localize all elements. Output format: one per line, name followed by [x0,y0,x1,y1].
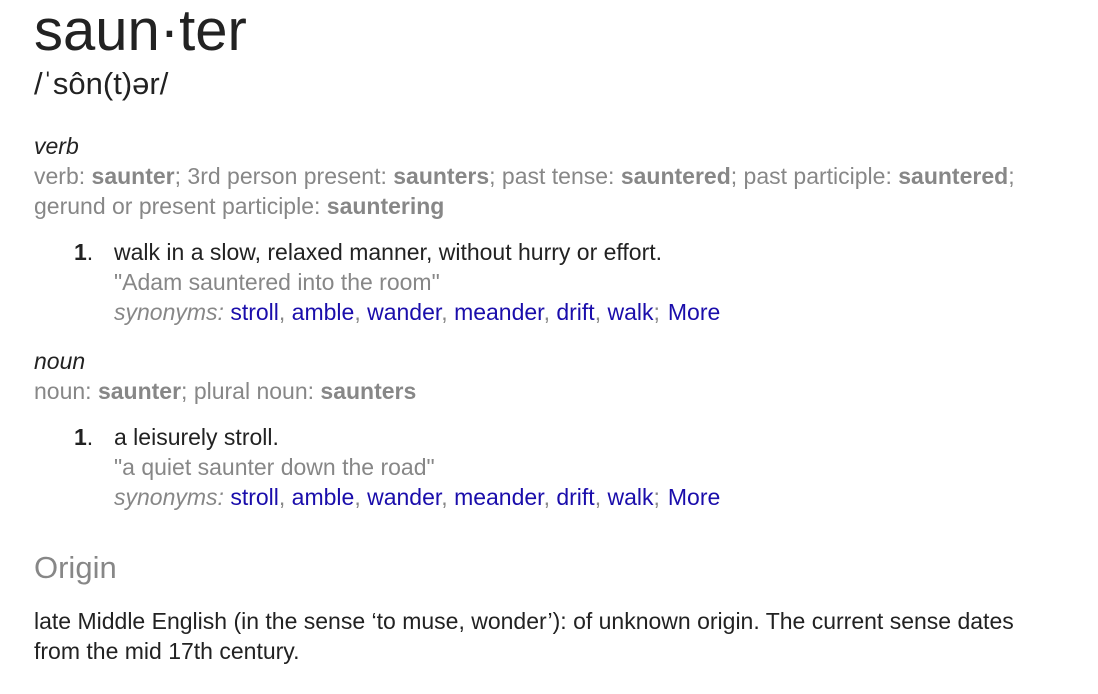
synonym-link[interactable]: drift [556,299,594,325]
sense-example: "a quiet saunter down the road" [114,454,435,480]
synonyms-label: synonyms: [114,299,224,325]
synonyms-label: synonyms: [114,484,224,510]
synonym-link[interactable]: amble [292,299,355,325]
synonyms-row: synonyms: stroll, amble, wander, meander… [114,482,1074,512]
synonyms-list: stroll, amble, wander, meander, drift, w… [230,299,660,325]
form-separator: ; [181,378,194,404]
origin-section: Origin late Middle English (in the sense… [34,550,1074,666]
form-separator: ; [489,163,502,189]
form-separator: ; [730,163,744,189]
noun-forms: noun: saunter; plural noun: saunters [34,376,1074,406]
synonyms-row: synonyms: stroll, amble, wander, meander… [114,297,1074,327]
synonym-link[interactable]: wander [367,484,441,510]
part-of-speech-noun: noun [34,348,86,374]
sense-number: 1. [74,239,94,265]
noun-section: noun noun: saunter; plural noun: saunter… [34,347,1074,512]
form-label: verb: [34,163,92,189]
synonyms-list: stroll, amble, wander, meander, drift, w… [230,484,660,510]
origin-text: late Middle English (in the sense ‘to mu… [34,608,1014,664]
verb-forms: verb: saunter; 3rd person present: saunt… [34,161,1074,221]
form-value: sauntered [620,163,731,189]
sense-definition: walk in a slow, relaxed manner, without … [114,239,663,265]
sense-number: 1. [74,424,94,450]
more-synonyms-link[interactable]: More [668,299,720,325]
synonym-link[interactable]: meander [454,299,544,325]
dictionary-entry: saun·ter /ˈsôn(t)ər/ verb verb: saunter;… [34,0,1074,666]
synonym-link[interactable]: walk [607,299,653,325]
form-label: 3rd person present: [187,163,394,189]
origin-title: Origin [34,550,117,585]
form-separator: ; [174,163,188,189]
form-label: gerund or present participle: [34,193,327,219]
phonetic-spelling: /ˈsôn(t)ər/ [34,66,169,101]
form-value: saunter [91,163,175,189]
noun-sense-1: 1. a leisurely stroll. "a quiet saunter … [74,422,1074,512]
form-label: plural noun: [193,378,321,404]
verb-sense-1: 1. walk in a slow, relaxed manner, witho… [74,237,1074,327]
synonym-link[interactable]: walk [607,484,653,510]
form-value: saunter [97,378,182,404]
form-value: saunters [393,163,490,189]
part-of-speech-verb: verb [34,133,79,159]
sense-definition: a leisurely stroll. [114,424,279,450]
synonym-link[interactable]: stroll [230,484,279,510]
form-label: past tense: [501,163,621,189]
form-label: past participle: [743,163,899,189]
sense-example: "Adam sauntered into the room" [114,269,440,295]
form-value: sauntered [898,163,1009,189]
more-synonyms-link[interactable]: More [668,484,720,510]
form-value: sauntering [326,193,445,219]
synonym-link[interactable]: amble [292,484,355,510]
headword: saun·ter [34,0,247,63]
synonym-link[interactable]: drift [556,484,594,510]
form-value: saunters [320,378,417,404]
form-label: noun: [34,378,98,404]
synonym-link[interactable]: wander [367,299,441,325]
form-separator: ; [1008,163,1015,189]
verb-section: verb verb: saunter; 3rd person present: … [34,132,1074,327]
synonym-link[interactable]: meander [454,484,544,510]
synonym-link[interactable]: stroll [230,299,279,325]
